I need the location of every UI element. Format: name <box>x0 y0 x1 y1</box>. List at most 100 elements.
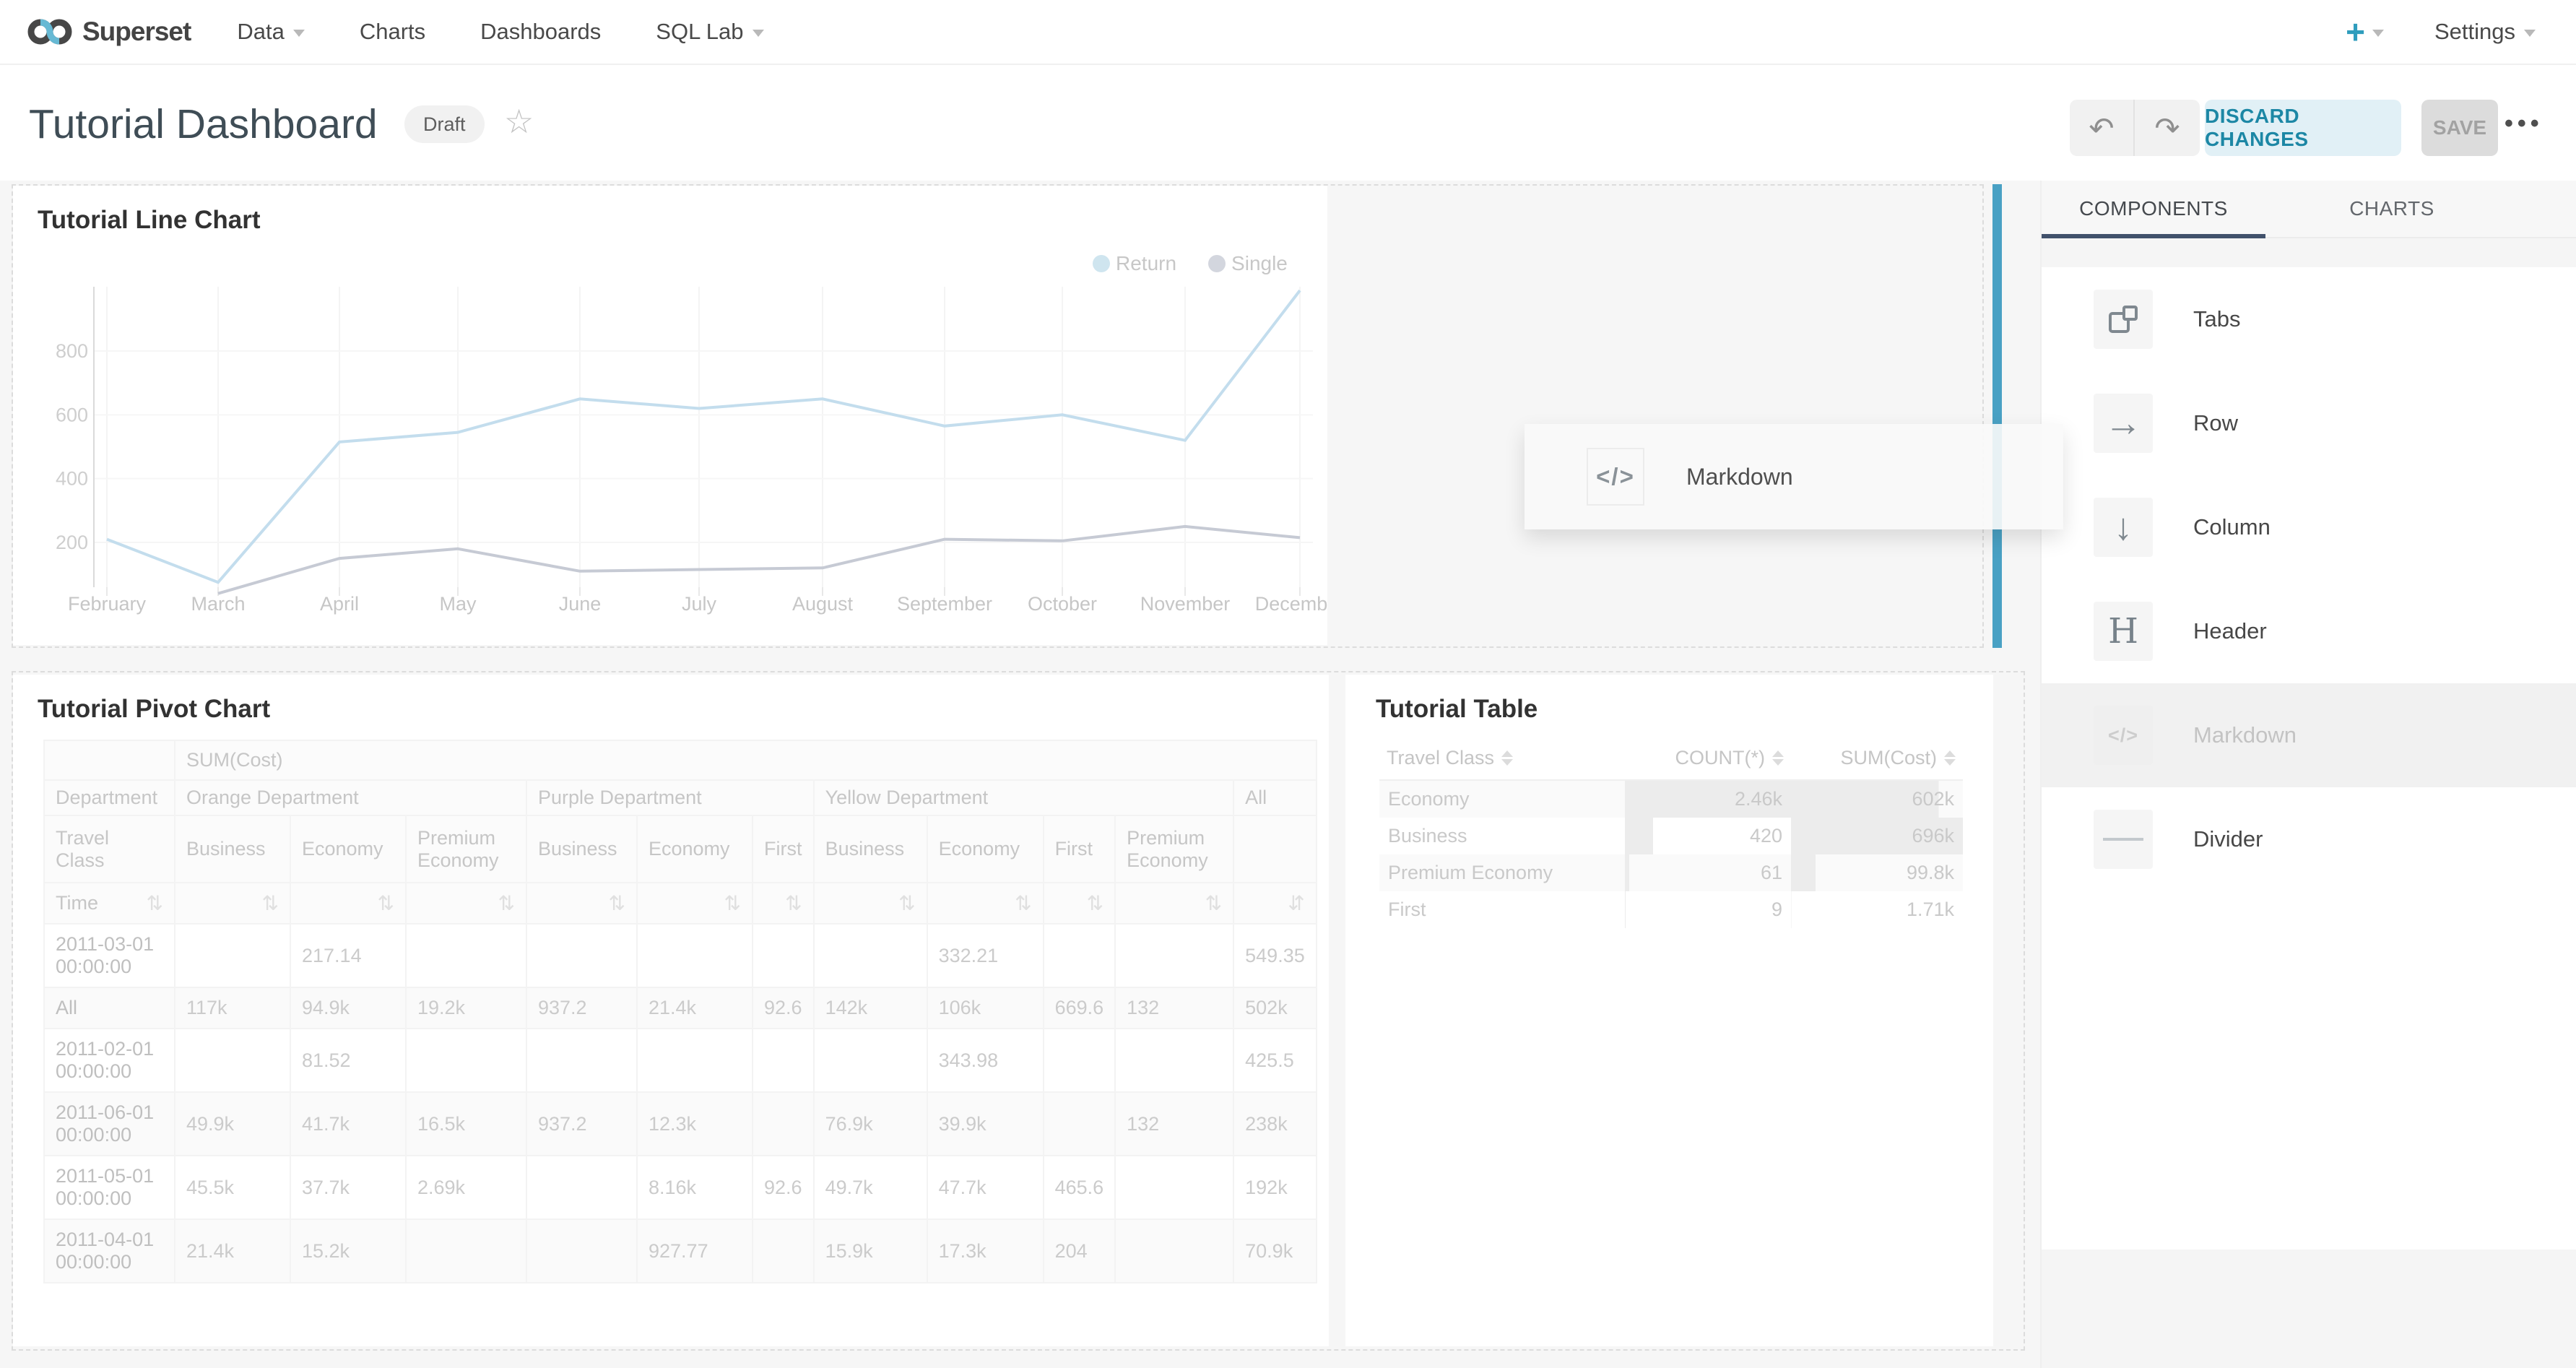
nav-item-dashboards[interactable]: Dashboards <box>480 19 601 45</box>
pivot-cell: 132 <box>1115 1092 1233 1156</box>
sort-icon[interactable]: ⇅ <box>147 891 163 915</box>
dashboard-canvas: Tutorial Line Chart Return Single 200400… <box>0 181 2040 1368</box>
pivot-sort-header[interactable]: ⇅ <box>526 883 637 924</box>
sort-icon[interactable]: ⇅ <box>262 891 279 915</box>
pivot-row-label: 2011-03-01 00:00:00 <box>44 924 175 987</box>
travel-class-cell: Business <box>1379 818 1625 854</box>
sort-icon[interactable]: ⇅ <box>1087 891 1103 915</box>
favorite-star-icon[interactable]: ☆ <box>504 102 534 141</box>
pivot-cell: 192k <box>1233 1156 1317 1219</box>
sum-cell: 1.71k <box>1791 891 1963 928</box>
tab-charts[interactable]: CHARTS <box>2265 181 2518 237</box>
pivot-sort-header[interactable]: ⇅ <box>637 883 753 924</box>
nav-item-label: Data <box>237 19 284 45</box>
pivot-cell: 204 <box>1044 1219 1116 1283</box>
divider-icon <box>2094 810 2153 869</box>
sort-icon[interactable]: ⇅ <box>898 891 915 915</box>
undo-redo-group: ↶ ↷ <box>2070 100 2200 156</box>
pivot-cell: 2.69k <box>406 1156 526 1219</box>
sort-icon[interactable]: ⇅ <box>378 891 394 915</box>
pivot-time-header[interactable]: Time⇅ <box>44 883 175 924</box>
pivot-cell: 502k <box>1233 987 1317 1029</box>
sort-icon[interactable]: ⇅ <box>1015 891 1031 915</box>
pivot-cell <box>637 924 753 987</box>
pivot-cell: 132 <box>1115 987 1233 1029</box>
component-item-row[interactable]: →Row <box>2042 371 2576 475</box>
column-header-sum[interactable]: SUM(Cost) <box>1791 737 1963 780</box>
legend-dot-icon <box>1208 255 1226 272</box>
pivot-cell <box>1115 1219 1233 1283</box>
component-item-column[interactable]: ↓Column <box>2042 475 2576 579</box>
drag-ghost-markdown[interactable]: </> Markdown <box>1525 424 2063 529</box>
pivot-cell <box>637 1029 753 1092</box>
component-item-divider[interactable]: Divider <box>2042 787 2576 891</box>
pivot-sort-header[interactable]: ⇅ <box>406 883 526 924</box>
pivot-cell <box>526 924 637 987</box>
settings-menu[interactable]: Settings <box>2434 19 2536 45</box>
tabs-icon <box>2094 290 2153 349</box>
save-button[interactable]: SAVE <box>2421 100 2498 156</box>
pivot-cell <box>814 1029 927 1092</box>
svg-text:May: May <box>439 593 477 615</box>
legend-item-single[interactable]: Single <box>1208 252 1288 275</box>
brand-name[interactable]: Superset <box>82 17 191 47</box>
pivot-cell <box>1115 1029 1233 1092</box>
tab-components[interactable]: COMPONENTS <box>2042 181 2265 237</box>
sort-icon[interactable]: ⇅ <box>724 891 741 915</box>
component-item-header[interactable]: HHeader <box>2042 579 2576 683</box>
nav-item-sql-lab[interactable]: SQL Lab <box>656 19 763 45</box>
chart-title: Tutorial Table <box>1376 695 1538 724</box>
sort-icon[interactable]: ⇅ <box>785 891 802 915</box>
pivot-column-header: Premium Economy <box>1115 815 1233 883</box>
pivot-cell: 927.77 <box>637 1219 753 1283</box>
pivot-cell: 117k <box>175 987 290 1029</box>
sort-desc-icon[interactable]: ⇵ <box>1288 891 1304 915</box>
sort-icon[interactable]: ⇅ <box>1205 891 1222 915</box>
pivot-column-header: Business <box>814 815 927 883</box>
pivot-sort-header[interactable]: ⇅ <box>1044 883 1116 924</box>
pivot-cell: 16.5k <box>406 1092 526 1156</box>
sort-icon <box>1772 750 1784 766</box>
pivot-cell <box>753 924 814 987</box>
superset-app: Superset Data Charts Dashboards SQL Lab + S… <box>0 0 2576 1368</box>
pivot-sort-header[interactable]: ⇅ <box>290 883 406 924</box>
line-chart-card[interactable]: Tutorial Line Chart Return Single 200400… <box>13 186 1327 645</box>
sort-icon[interactable]: ⇅ <box>609 891 625 915</box>
more-options-icon[interactable]: ••• <box>2505 110 2544 138</box>
pivot-cell: 21.4k <box>637 987 753 1029</box>
data-table-container: Travel ClassCOUNT(*)SUM(Cost)Economy2.46… <box>1379 737 1963 928</box>
pivot-row-label: 2011-06-01 00:00:00 <box>44 1092 175 1156</box>
column-header-travel-class[interactable]: Travel Class <box>1379 737 1625 780</box>
superset-logo-icon[interactable] <box>26 15 74 48</box>
svg-text:June: June <box>559 593 602 615</box>
pivot-sort-header[interactable]: ⇵ <box>1233 883 1317 924</box>
pivot-row: 2011-06-01 00:00:0049.9k41.7k16.5k937.21… <box>44 1092 1317 1156</box>
pivot-cell <box>526 1219 637 1283</box>
pivot-chart-card[interactable]: Tutorial Pivot Chart SUM(Cost)Department… <box>13 675 1329 1346</box>
row-arrow-icon: → <box>2094 394 2153 453</box>
discard-changes-button[interactable]: DISCARD CHANGES <box>2205 100 2401 156</box>
pivot-sort-header[interactable]: ⇅ <box>927 883 1044 924</box>
undo-button[interactable]: ↶ <box>2070 100 2135 156</box>
component-label: Header <box>2193 618 2267 644</box>
pivot-sort-header[interactable]: ⇅ <box>814 883 927 924</box>
pivot-sort-header[interactable]: ⇅ <box>753 883 814 924</box>
count-cell: 61 <box>1625 854 1791 891</box>
pivot-cell: 238k <box>1233 1092 1317 1156</box>
status-badge: Draft <box>404 105 485 143</box>
new-item-button[interactable]: + <box>2346 15 2384 48</box>
redo-button[interactable]: ↷ <box>2135 100 2200 156</box>
panel-divider <box>2042 238 2576 267</box>
page-title[interactable]: Tutorial Dashboard <box>29 100 378 148</box>
data-table-card[interactable]: Tutorial Table Travel ClassCOUNT(*)SUM(C… <box>1345 675 1993 1346</box>
legend-item-return[interactable]: Return <box>1093 252 1176 275</box>
nav-item-charts[interactable]: Charts <box>360 19 425 45</box>
component-item-tabs[interactable]: Tabs <box>2042 267 2576 371</box>
svg-text:September: September <box>897 593 992 615</box>
pivot-sort-header[interactable]: ⇅ <box>1115 883 1233 924</box>
nav-item-data[interactable]: Data <box>237 19 304 45</box>
sort-icon[interactable]: ⇅ <box>498 891 515 915</box>
pivot-sort-header[interactable]: ⇅ <box>175 883 290 924</box>
pivot-cell <box>175 924 290 987</box>
column-header-count[interactable]: COUNT(*) <box>1625 737 1791 780</box>
